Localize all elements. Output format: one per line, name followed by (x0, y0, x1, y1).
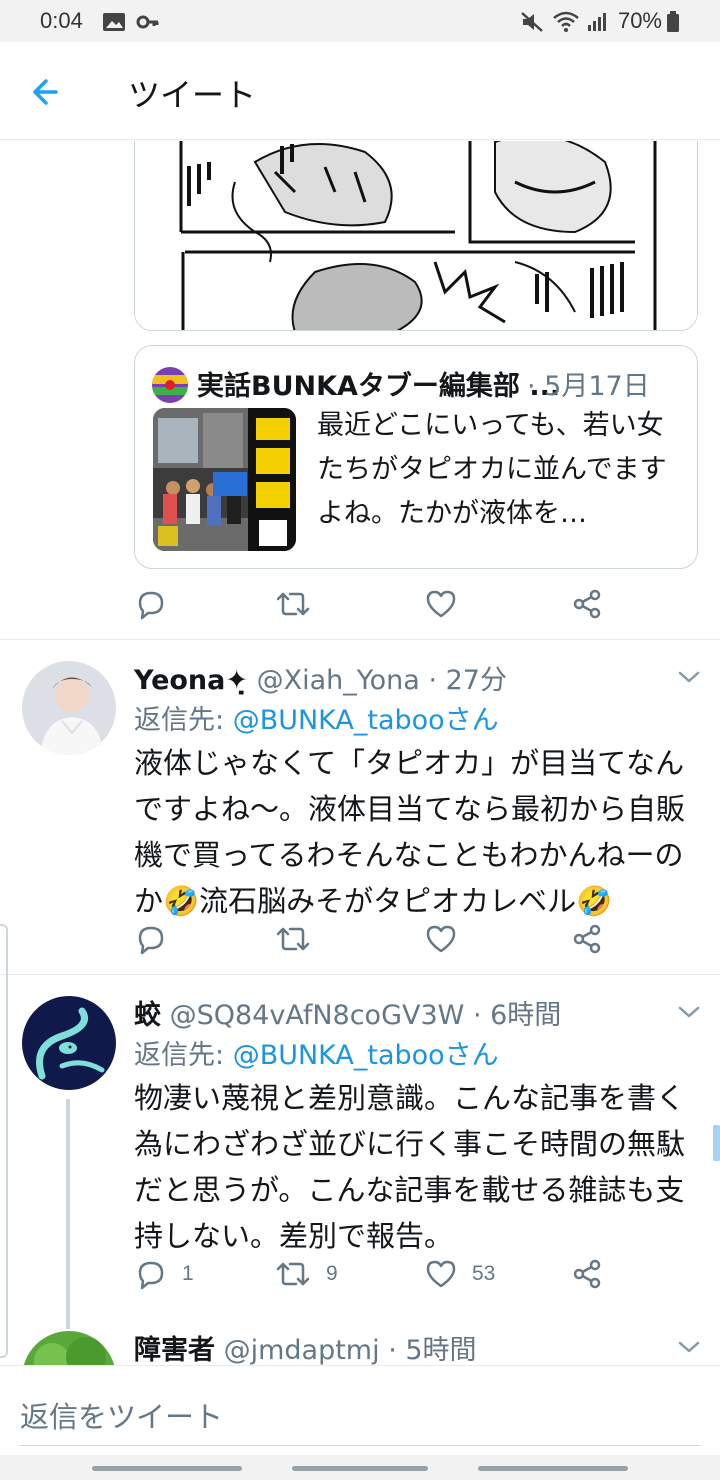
tweet-time: · 27分 (428, 665, 507, 696)
tweet-actions (134, 919, 694, 959)
quoted-date: · 5月17日 (527, 371, 650, 402)
tweet-actions: 1 9 53 (134, 1254, 694, 1294)
retweet-icon (276, 1262, 310, 1286)
divider (0, 974, 720, 975)
reply-icon (138, 1261, 164, 1290)
status-time: 0:04 (40, 8, 83, 33)
signal-icon (588, 13, 606, 31)
gallery-icon (103, 13, 125, 31)
replying-to: 返信先: @BUNKA_tabooさん (134, 698, 499, 737)
retweet-count: 9 (326, 1262, 338, 1285)
replying-to-link[interactable]: @BUNKA_tabooさん (233, 1040, 499, 1071)
quoted-tweet-text: 最近どこにいっても、若い女たちがタピオカに並んでますよね。たかが液体を… (317, 410, 667, 529)
chevron-down-icon[interactable] (676, 1338, 702, 1356)
back-arrow-icon[interactable] (26, 72, 70, 112)
reply-icon (138, 591, 164, 620)
quoted-author-name: 実話BUNKAタブー編集部 ... (197, 371, 561, 402)
tweet-text: 物凄い蔑視と差別意識。こんな記事を書く為にわざわざ並びに行く事こそ時間の無駄だと… (134, 1081, 686, 1253)
chevron-down-icon[interactable] (676, 1003, 702, 1021)
quoted-tweet-card[interactable]: 実話BUNKAタブー編集部 ... · 5月17日 最近どこにいっても、若い女た… (134, 345, 698, 569)
battery-percent: 70% (617, 8, 662, 33)
retweet-button[interactable] (274, 584, 312, 624)
tweet-time: · 5時間 (388, 1335, 477, 1365)
avatar[interactable] (22, 996, 116, 1090)
retweet-button[interactable] (274, 919, 312, 959)
reply-count: 1 (182, 1262, 194, 1285)
reply-button[interactable] (134, 919, 168, 959)
share-icon (573, 1259, 601, 1289)
tweet-header: 蛟 @SQ84vAfN8coGV3W · 6時間 (134, 993, 561, 1033)
replying-to-label: 返信先: (134, 705, 233, 736)
avatar[interactable] (22, 661, 116, 755)
nav-home[interactable] (292, 1466, 428, 1471)
heart-icon (426, 1260, 456, 1288)
share-icon (573, 589, 601, 619)
retweet-button[interactable]: 9 (274, 1254, 338, 1294)
tweet-actions (134, 584, 694, 624)
heart-icon (426, 590, 456, 618)
reply-button[interactable]: 1 (134, 1254, 194, 1294)
mute-icon (521, 12, 543, 32)
quoted-thumbnail (153, 408, 296, 551)
author-handle[interactable]: @SQ84vAfN8coGV3W (170, 1000, 465, 1031)
share-icon (573, 924, 601, 954)
author-name[interactable]: 障害者 (134, 1335, 215, 1365)
page-title: ツイート (128, 76, 257, 114)
like-button[interactable]: 53 (424, 1254, 495, 1294)
app-header: ツイート (0, 42, 720, 140)
thread-line (66, 1099, 70, 1329)
system-nav-bar (0, 1455, 720, 1480)
divider (0, 639, 720, 640)
tweet-thread: 実話BUNKAタブー編集部 ... · 5月17日 最近どこにいっても、若い女た… (0, 141, 720, 1365)
tweet-time: · 6時間 (472, 1000, 562, 1031)
reply-input[interactable]: 返信をツイート (20, 1366, 700, 1446)
edge-panel-handle[interactable] (0, 924, 8, 1358)
share-button[interactable] (570, 584, 604, 624)
like-count: 53 (472, 1262, 496, 1285)
share-button[interactable] (570, 1254, 604, 1294)
scrollbar-thumb[interactable] (713, 1125, 720, 1161)
heart-icon (426, 925, 456, 953)
wifi-icon (553, 11, 579, 32)
retweet-icon (276, 927, 310, 951)
tweet-text: 液体じゃなくて「タピオカ」が目当てなんですよね〜。液体目当てなら最初から自販機で… (134, 746, 686, 918)
author-handle[interactable]: @Xiah_Yona (257, 665, 420, 696)
key-icon (136, 15, 159, 29)
retweet-icon (276, 592, 310, 616)
share-button[interactable] (570, 919, 604, 959)
like-button[interactable] (424, 584, 458, 624)
nav-recents[interactable] (92, 1466, 242, 1471)
battery-icon (667, 11, 679, 32)
tweet-header: 障害者 @jmdaptmj · 5時間 (134, 1328, 477, 1365)
reply-icon (138, 926, 164, 955)
tweet-header: Yeona✦̣ @Xiah_Yona · 27分 (134, 658, 507, 698)
replying-to-link[interactable]: @BUNKA_tabooさん (233, 705, 499, 736)
like-button[interactable] (424, 919, 458, 959)
author-handle[interactable]: @jmdaptmj (224, 1335, 380, 1365)
nav-back[interactable] (478, 1466, 628, 1471)
attached-manga-image[interactable] (134, 141, 698, 331)
reply-button[interactable] (134, 584, 168, 624)
manga-illustration (135, 141, 697, 330)
author-name[interactable]: 蛟 (134, 1000, 161, 1031)
avatar[interactable] (22, 1331, 116, 1365)
quoted-avatar (152, 367, 188, 403)
chevron-down-icon[interactable] (676, 668, 702, 686)
replying-to-label: 返信先: (134, 1040, 233, 1071)
status-bar: 0:04 70% (0, 0, 720, 42)
replying-to: 返信先: @BUNKA_tabooさん (134, 1033, 499, 1072)
author-name[interactable]: Yeona✦̣ (134, 665, 248, 696)
reply-composer: 返信をツイート (0, 1365, 720, 1455)
